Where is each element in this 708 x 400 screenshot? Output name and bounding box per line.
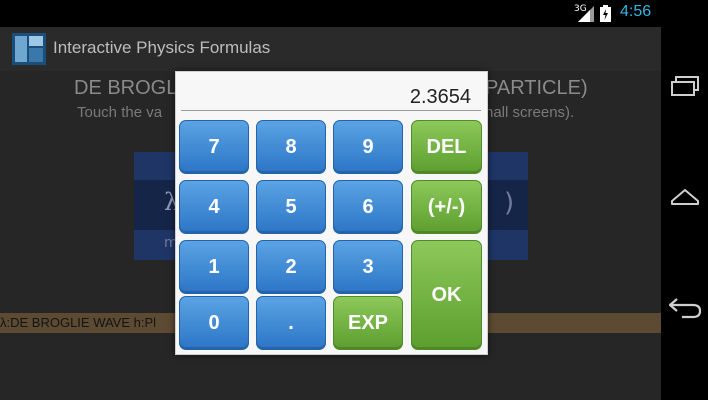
key-2[interactable]: 2 xyxy=(256,240,326,294)
key-1[interactable]: 1 xyxy=(179,240,249,294)
app-logo-icon[interactable] xyxy=(12,33,46,65)
key-6[interactable]: 6 xyxy=(333,180,403,234)
recent-apps-icon[interactable] xyxy=(669,75,701,99)
battery-icon xyxy=(600,5,611,22)
key-decimal[interactable]: . xyxy=(256,296,326,350)
key-9[interactable]: 9 xyxy=(333,120,403,174)
status-clock: 4:56 xyxy=(620,3,652,20)
formula-paren: ) xyxy=(504,188,515,218)
key-7[interactable]: 7 xyxy=(179,120,249,174)
delete-button[interactable]: DEL xyxy=(411,120,482,174)
signal-icon xyxy=(578,6,594,22)
key-8[interactable]: 8 xyxy=(256,120,326,174)
keypad-display[interactable]: 2.3654 xyxy=(181,77,481,111)
key-5[interactable]: 5 xyxy=(256,180,326,234)
instruction-text-tail: hall screens). xyxy=(485,104,575,121)
key-0[interactable]: 0 xyxy=(179,296,249,350)
key-3[interactable]: 3 xyxy=(333,240,403,294)
legend-text: λ:DE BROGLIE WAVE h:Pl xyxy=(0,315,157,330)
ok-button[interactable]: OK xyxy=(411,240,482,350)
navigation-bar xyxy=(661,27,708,400)
key-4[interactable]: 4 xyxy=(179,180,249,234)
app-title: Interactive Physics Formulas xyxy=(53,38,271,57)
exponent-button[interactable]: EXP xyxy=(333,296,403,350)
formula-heading-tail: PARTICLE) xyxy=(485,77,588,99)
sign-toggle-button[interactable]: (+/-) xyxy=(411,180,482,234)
home-icon[interactable] xyxy=(669,185,701,209)
keypad-dialog: 2.3654 7 8 9 DEL 4 5 6 (+/-) 1 2 3 OK 0 … xyxy=(175,71,488,355)
formula-heading: DE BROGLI xyxy=(74,77,183,99)
action-bar: Interactive Physics Formulas xyxy=(0,27,661,72)
instruction-text: Touch the va xyxy=(77,104,163,121)
status-bar: 3G 4:56 xyxy=(0,0,708,27)
back-icon[interactable] xyxy=(667,295,703,321)
